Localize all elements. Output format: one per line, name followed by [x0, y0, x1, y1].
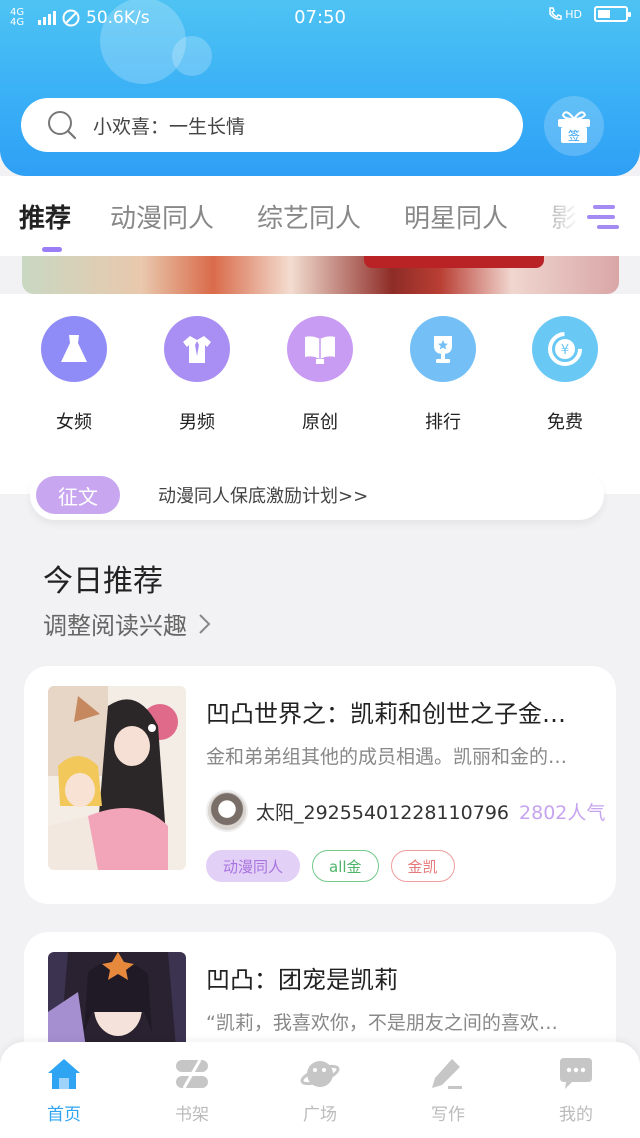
- tag[interactable]: 动漫同人: [206, 850, 301, 882]
- category-label: 排行: [425, 412, 461, 433]
- gift-icon: 签: [558, 111, 590, 143]
- author-name: 太阳_29255401228110796: [256, 801, 510, 824]
- tab-celebrity-fanfic[interactable]: 明星同人: [404, 198, 508, 235]
- tab-anime-fanfic[interactable]: 动漫同人: [110, 198, 214, 235]
- gift-label: 签: [568, 128, 580, 143]
- chat-bubble-icon: [560, 1058, 592, 1089]
- book-tags: 动漫同人 all金 金凯: [206, 850, 455, 882]
- book-title: 凹凸：团宠是凯莉: [206, 966, 398, 994]
- category-free[interactable]: ¥ 免费: [515, 316, 615, 434]
- active-tab-indicator: [42, 247, 62, 252]
- nav-label: 首页: [47, 1105, 81, 1125]
- popularity-count: 2802人气: [519, 801, 606, 824]
- avatar: [206, 790, 248, 832]
- category-ranking[interactable]: 排行: [393, 316, 493, 434]
- trophy-icon: [410, 316, 476, 382]
- book-cover: [48, 686, 186, 870]
- category-label: 女频: [56, 412, 92, 433]
- nav-square[interactable]: 广场: [280, 1056, 360, 1125]
- nav-label: 我的: [559, 1105, 593, 1125]
- nav-profile[interactable]: 我的: [536, 1056, 616, 1125]
- book-description: “凯莉，我喜欢你，不是朋友之间的喜欢…: [206, 1012, 558, 1034]
- category-male[interactable]: 男频: [147, 316, 247, 434]
- bookshelf-icon: [176, 1059, 208, 1089]
- yuan-coin-icon: ¥: [532, 316, 598, 382]
- bottom-navigation: 首页 书架 广场 写作 我的: [0, 1042, 640, 1138]
- pen-icon: [432, 1059, 462, 1089]
- home-icon: [48, 1059, 80, 1089]
- search-icon: [48, 111, 77, 140]
- nav-label: 书架: [175, 1105, 209, 1125]
- category-shortcuts: 女频 男频 原创 排行 ¥ 免费: [0, 294, 640, 494]
- section-title: 今日推荐: [43, 564, 163, 599]
- promo-banner[interactable]: [22, 256, 619, 294]
- contest-badge: 征文: [36, 476, 120, 514]
- header: 4G 4G 50.6K/s 07:50 HD 小欢喜：一生长情 签: [0, 0, 640, 176]
- adjust-interest-link[interactable]: 调整阅读兴趣: [43, 606, 211, 641]
- nav-bookshelf[interactable]: 书架: [152, 1056, 232, 1125]
- book-title: 凹凸世界之：凯莉和创世之子金…: [206, 700, 566, 728]
- planet-icon: [300, 1061, 340, 1087]
- nav-label: 写作: [431, 1105, 465, 1125]
- book-author-row: 太阳_29255401228110796 2802人气: [206, 790, 606, 832]
- contest-notice[interactable]: 征文 动漫同人保底激励计划>>: [30, 470, 604, 520]
- svg-text:¥: ¥: [561, 343, 569, 358]
- clock: 07:50: [294, 7, 346, 28]
- category-label: 男频: [179, 412, 215, 433]
- hd-call-icon: HD: [547, 6, 582, 22]
- category-label: 原创: [302, 412, 338, 433]
- section-subtitle: 调整阅读兴趣: [43, 612, 187, 640]
- book-description: 金和弟弟组其他的成员相遇。凯丽和金的…: [206, 746, 568, 768]
- menu-icon[interactable]: [587, 202, 619, 232]
- battery-icon: [594, 6, 631, 22]
- category-female[interactable]: 女频: [24, 316, 124, 434]
- category-label: 免费: [547, 412, 583, 433]
- nav-home[interactable]: 首页: [24, 1056, 104, 1125]
- dress-icon: [41, 316, 107, 382]
- tab-variety-fanfic[interactable]: 综艺同人: [257, 198, 361, 235]
- tag[interactable]: 金凯: [390, 850, 455, 882]
- sign-in-gift-button[interactable]: 签: [544, 96, 604, 156]
- nav-write[interactable]: 写作: [408, 1056, 488, 1125]
- book-icon: [287, 316, 353, 382]
- category-original[interactable]: 原创: [270, 316, 370, 434]
- hd-label: HD: [565, 7, 582, 21]
- tab-recommend[interactable]: 推荐: [19, 198, 71, 235]
- search-bar[interactable]: 小欢喜：一生长情: [21, 98, 523, 152]
- shirt-icon: [164, 316, 230, 382]
- book-card[interactable]: 凹凸世界之：凯莉和创世之子金… 金和弟弟组其他的成员相遇。凯丽和金的… 太阳_2…: [24, 666, 616, 904]
- search-placeholder: 小欢喜：一生长情: [93, 115, 246, 138]
- category-tabs: 推荐 动漫同人 综艺同人 明星同人 影视: [0, 176, 640, 256]
- notice-text: 动漫同人保底激励计划>>: [158, 486, 369, 507]
- nav-label: 广场: [303, 1105, 337, 1125]
- chevron-right-icon: [199, 613, 211, 634]
- tag[interactable]: all金: [312, 850, 379, 882]
- status-bar: 4G 4G 50.6K/s 07:50 HD: [0, 0, 640, 36]
